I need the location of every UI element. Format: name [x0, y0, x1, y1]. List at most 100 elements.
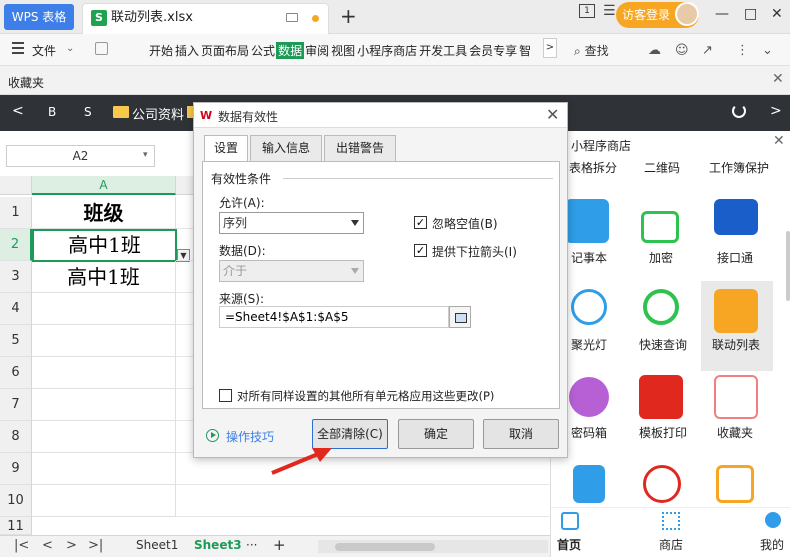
- forward-icon[interactable]: >: [770, 103, 782, 119]
- home-icon[interactable]: [561, 512, 579, 530]
- save-icon[interactable]: [95, 42, 108, 55]
- applet-quick-search[interactable]: 快速查询: [639, 336, 687, 353]
- applet-qrcode[interactable]: 二维码: [644, 159, 680, 176]
- cell-a7[interactable]: [32, 389, 176, 421]
- refresh-icon[interactable]: [732, 104, 746, 118]
- last-sheet-button[interactable]: >|: [88, 538, 103, 553]
- more-sheets-button[interactable]: ···: [246, 538, 257, 552]
- row-header-11[interactable]: 11: [0, 517, 32, 535]
- row-header-1[interactable]: 1: [0, 197, 32, 229]
- linked-list-icon[interactable]: [714, 289, 758, 333]
- dropdown-arrow-checkbox[interactable]: ✓: [414, 244, 427, 257]
- tab-page-layout[interactable]: 页面布局: [200, 42, 250, 59]
- contact-card-icon[interactable]: [716, 465, 754, 503]
- row-header-2[interactable]: 2: [0, 229, 32, 261]
- cloud-icon[interactable]: ☁: [648, 43, 661, 58]
- maximize-button[interactable]: □: [744, 6, 757, 22]
- monitor-icon[interactable]: [714, 199, 758, 235]
- menu-icon[interactable]: ☰: [603, 3, 616, 19]
- notepad-icon[interactable]: [565, 199, 609, 243]
- applet-spotlight[interactable]: 聚光灯: [571, 336, 607, 353]
- share-icon[interactable]: ↗: [702, 43, 713, 58]
- user-add-icon[interactable]: ☺: [675, 43, 689, 58]
- row-header-7[interactable]: 7: [0, 389, 32, 421]
- select-all-corner[interactable]: [0, 176, 32, 195]
- favorites-icon[interactable]: [714, 375, 758, 419]
- close-icon[interactable]: ✕: [772, 71, 784, 87]
- cell-a1[interactable]: 班级: [32, 197, 176, 229]
- file-tab[interactable]: S 联动列表.xlsx: [82, 3, 329, 34]
- row-header-4[interactable]: 4: [0, 293, 32, 325]
- ok-button[interactable]: 确定: [398, 419, 474, 449]
- next-sheet-button[interactable]: >: [66, 538, 77, 553]
- applet-linked-list[interactable]: 联动列表: [712, 336, 760, 353]
- dialog-close-button[interactable]: ✕: [546, 105, 559, 124]
- source-input[interactable]: =Sheet4!$A$1:$A$5: [219, 306, 449, 328]
- cell-a3[interactable]: 高中1班: [32, 261, 176, 293]
- cell-a5[interactable]: [32, 325, 176, 357]
- cell-a4[interactable]: [32, 293, 176, 325]
- tab-member[interactable]: 会员专享: [468, 42, 518, 59]
- tab-data[interactable]: 数据: [276, 42, 305, 59]
- lock-icon[interactable]: [641, 211, 679, 243]
- applet-workbook-protect[interactable]: 工作簿保护: [709, 159, 769, 176]
- more-tabs-button[interactable]: >: [543, 38, 557, 58]
- prev-sheet-button[interactable]: <: [42, 538, 53, 553]
- search-button[interactable]: ⌕ 查找: [574, 42, 609, 59]
- new-tab-button[interactable]: +: [340, 4, 357, 28]
- panel-scrollbar[interactable]: [786, 231, 790, 301]
- apply-all-checkbox[interactable]: ✓: [219, 389, 232, 402]
- tab-smart[interactable]: 智: [518, 42, 532, 59]
- row-header-3[interactable]: 3: [0, 261, 32, 293]
- wps-home-tab[interactable]: WPS 表格: [4, 4, 74, 30]
- sheet-tab-sheet1[interactable]: Sheet1: [136, 538, 178, 552]
- clear-all-button[interactable]: 全部清除(C): [312, 419, 388, 449]
- template-print-icon[interactable]: [639, 375, 683, 419]
- tab-applet-store[interactable]: 小程序商店: [356, 42, 418, 59]
- applet-api[interactable]: 接口通: [717, 249, 753, 266]
- chevron-down-icon[interactable]: ⌄: [66, 43, 74, 54]
- minimize-button[interactable]: —: [715, 6, 729, 22]
- applet-favorites[interactable]: 收藏夹: [717, 424, 753, 441]
- tab-developer[interactable]: 开发工具: [418, 42, 468, 59]
- scrollbar-thumb[interactable]: [335, 543, 435, 551]
- file-menu[interactable]: 文件: [32, 42, 56, 59]
- row-header-10[interactable]: 10: [0, 485, 32, 517]
- store-icon[interactable]: [662, 512, 680, 530]
- cancel-button[interactable]: 取消: [483, 419, 559, 449]
- hamburger-icon[interactable]: [12, 42, 24, 54]
- cell-a9[interactable]: [32, 453, 176, 485]
- row-header-5[interactable]: 5: [0, 325, 32, 357]
- tab-input-message[interactable]: 输入信息: [250, 135, 322, 161]
- cell-a8[interactable]: [32, 421, 176, 453]
- cell-a6[interactable]: [32, 357, 176, 389]
- spotlight-icon[interactable]: [571, 289, 607, 325]
- applet-template-print[interactable]: 模板打印: [639, 424, 687, 441]
- tab-settings[interactable]: 设置: [204, 135, 248, 162]
- bookmark-s[interactable]: S: [84, 105, 92, 119]
- network-icon[interactable]: [643, 465, 681, 503]
- monitor-icon[interactable]: [286, 13, 298, 22]
- ignore-blank-checkbox[interactable]: ✓: [414, 216, 427, 229]
- allow-select[interactable]: 序列: [219, 212, 364, 234]
- column-header-a[interactable]: A: [32, 176, 176, 195]
- window-count-badge[interactable]: 1: [579, 4, 595, 18]
- applet-encrypt[interactable]: 加密: [649, 249, 673, 266]
- tab-formula[interactable]: 公式: [250, 42, 276, 59]
- tab-review[interactable]: 审阅: [304, 42, 330, 59]
- tips-link[interactable]: 操作技巧: [226, 428, 274, 445]
- folder-company-docs[interactable]: 公司资料: [132, 104, 184, 123]
- tab-error-alert[interactable]: 出错警告: [324, 135, 396, 161]
- row-header-9[interactable]: 9: [0, 453, 32, 485]
- chevron-down-icon[interactable]: ▾: [143, 150, 148, 160]
- tab-start[interactable]: 开始: [148, 42, 174, 59]
- applet-password-box[interactable]: 密码箱: [571, 424, 607, 441]
- row-header-8[interactable]: 8: [0, 421, 32, 453]
- more-icon[interactable]: ⋮: [736, 43, 749, 58]
- cell-a2[interactable]: 高中1班: [32, 229, 177, 262]
- bookmark-b[interactable]: B: [48, 105, 56, 119]
- password-box-icon[interactable]: [569, 377, 609, 417]
- avatar[interactable]: [675, 2, 699, 26]
- first-sheet-button[interactable]: |<: [14, 538, 29, 553]
- sheet-tab-sheet3[interactable]: Sheet3: [194, 538, 242, 552]
